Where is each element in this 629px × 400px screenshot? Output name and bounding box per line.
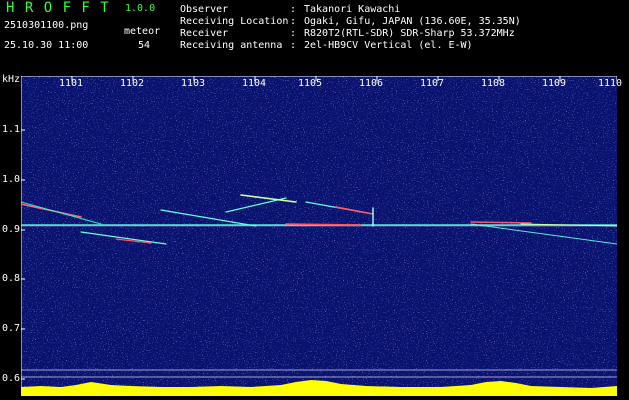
x-tick-label: 1107: [420, 78, 445, 89]
receiver-label: Receiver: [180, 28, 229, 39]
y-tick-label: 0.8: [2, 273, 21, 284]
x-tick-label: 1102: [120, 78, 145, 89]
y-tick-label: 0.6: [2, 373, 21, 384]
x-tick-label: 1101: [59, 78, 84, 89]
y-tick-label: 1.0: [2, 174, 21, 185]
antenna-value: 2el-HB9CV Vertical (el. E-W): [304, 40, 473, 51]
y-axis-unit: kHz: [2, 74, 21, 85]
info-colon: :: [290, 4, 297, 15]
x-tick-label: 1109: [542, 78, 567, 89]
meteor-count: 54: [138, 40, 151, 51]
x-tick-label: 1105: [298, 78, 323, 89]
x-tick-label: 1106: [359, 78, 384, 89]
info-colon: :: [290, 28, 297, 39]
x-tick-label: 1110: [598, 78, 623, 89]
y-tick-label: 0.7: [2, 323, 21, 334]
meteor-echo: [470, 221, 532, 224]
observation-datetime: 25.10.30 11:00: [4, 40, 89, 51]
location-label: Receiving Location: [180, 16, 289, 27]
x-tick-label: 1104: [242, 78, 267, 89]
observer-label: Observer: [180, 4, 229, 15]
file-name: 2510301100.png: [4, 20, 89, 31]
location-value: Ogaki, Gifu, JAPAN (136.60E, 35.35N): [304, 16, 521, 27]
meteor-label: meteor: [124, 26, 161, 37]
y-tick-label: 1.1: [2, 124, 21, 135]
spectrogram-plot: [21, 76, 617, 396]
app-title: H R O F F T: [6, 0, 110, 16]
meteor-echo: [285, 223, 362, 226]
receiver-value: R820T2(RTL-SDR) SDR-Sharp 53.372MHz: [304, 28, 515, 39]
y-tick-label: 0.9: [2, 224, 21, 235]
x-tick-label: 1108: [481, 78, 506, 89]
x-tick-label: 1103: [181, 78, 206, 89]
info-colon: :: [290, 40, 297, 51]
app-version: 1.0.0: [125, 3, 156, 14]
antenna-label: Receiving antenna: [180, 40, 283, 51]
info-colon: :: [290, 16, 297, 27]
observer-value: Takanori Kawachi: [304, 4, 401, 15]
